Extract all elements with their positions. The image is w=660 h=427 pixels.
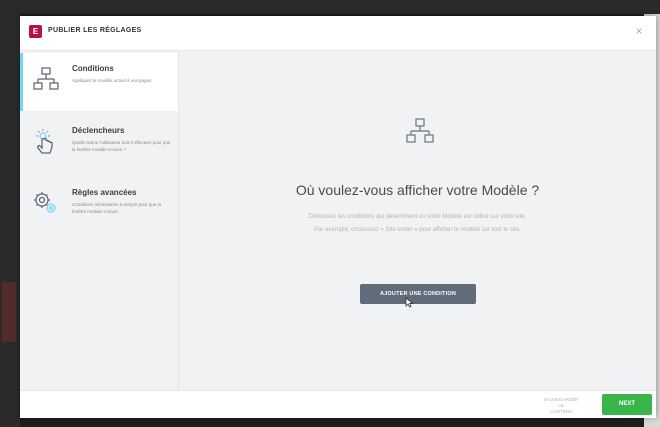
elementor-logo: E xyxy=(29,25,42,38)
sitemap-icon xyxy=(406,118,434,143)
modal-footer: SAUVEGARDER LE CONTENU NEXT xyxy=(20,390,656,418)
conditions-panel: Où voulez-vous afficher votre Modèle ? D… xyxy=(179,51,656,390)
backdrop-left xyxy=(0,14,20,427)
mouse-cursor-icon xyxy=(405,297,414,308)
save-draft-label: SAUVEGARDER LE xyxy=(543,397,579,408)
sidebar-item-title: Conditions xyxy=(72,64,114,73)
backdrop-top xyxy=(0,0,660,14)
save-draft-button[interactable]: SAUVEGARDER LE CONTENU xyxy=(543,397,579,415)
backdrop-highlight xyxy=(2,282,16,342)
sidebar-item-conditions[interactable]: Conditions Appliquez le modèle actuel à … xyxy=(20,53,178,111)
sidebar-item-description: Conditions nécessaires à remplir pour qu… xyxy=(72,202,162,214)
sidebar-item-title: Déclencheurs xyxy=(72,126,125,135)
gears-icon xyxy=(34,192,56,213)
settings-sidebar: Conditions Appliquez le modèle actuel à … xyxy=(20,51,179,390)
publish-settings-modal: E PUBLIER LES RÉGLAGES × Conditions Appl… xyxy=(20,16,656,418)
conditions-description: Définissez les conditions qui déterminen… xyxy=(219,211,616,237)
description-line: Définissez les conditions qui déterminen… xyxy=(308,214,527,220)
sidebar-item-description: Quelle action l'utilisateur doit-il effe… xyxy=(72,140,171,152)
sitemap-icon xyxy=(33,67,59,90)
sidebar-item-title: Règles avancées xyxy=(72,188,137,197)
pointer-click-icon xyxy=(36,129,53,154)
save-draft-label: CONTENU xyxy=(549,409,573,414)
modal-header: E PUBLIER LES RÉGLAGES × xyxy=(20,16,656,51)
next-button[interactable]: NEXT xyxy=(602,394,652,415)
modal-title: PUBLIER LES RÉGLAGES xyxy=(48,27,142,34)
description-line: Par exemple, choisissez « Site entier » … xyxy=(314,227,521,233)
sidebar-item-advanced-rules[interactable]: Règles avancées Conditions nécessaires à… xyxy=(20,177,178,235)
page-title: Où voulez-vous afficher votre Modèle ? xyxy=(295,182,540,198)
close-button[interactable]: × xyxy=(632,24,646,38)
sidebar-item-triggers[interactable]: Déclencheurs Quelle action l'utilisateur… xyxy=(20,115,178,173)
add-condition-button[interactable]: AJOUTER UNE CONDITION xyxy=(360,284,476,304)
sidebar-item-description: Appliquez le modèle actuel à vos pages. xyxy=(72,78,153,83)
